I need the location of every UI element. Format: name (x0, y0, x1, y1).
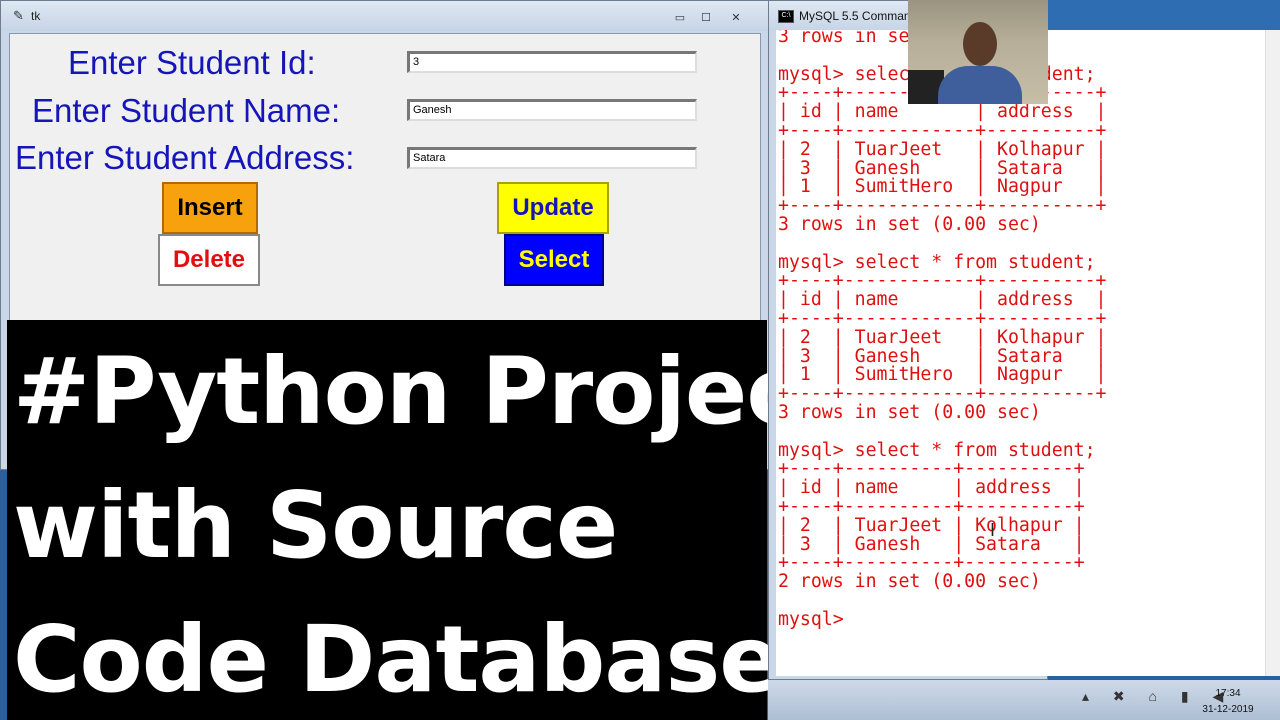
presenter-body (938, 66, 1022, 104)
student-address-label: Enter Student Address: (15, 139, 355, 176)
mysql-window-title: MySQL 5.5 Command (799, 9, 918, 23)
clock-date[interactable]: 31-12-2019 (1200, 704, 1256, 715)
presenter-head (963, 22, 997, 66)
student-name-label: Enter Student Name: (32, 92, 341, 129)
banner-line-2: with Source (13, 472, 618, 579)
minimize-button[interactable]: ▭ (667, 10, 693, 26)
student-id-label: Enter Student Id: (68, 44, 316, 81)
clock-time[interactable]: 17:34 (1200, 688, 1256, 699)
webcam-overlay (908, 0, 1048, 104)
student-name-input[interactable]: Ganesh (407, 99, 697, 121)
update-button[interactable]: Update (497, 182, 609, 234)
mysql-console[interactable]: 3 rows in set (0.00 sec) mysql> select *… (776, 30, 1280, 676)
student-id-input[interactable]: 3 (407, 51, 697, 73)
delete-button[interactable]: Delete (158, 234, 260, 286)
insert-button[interactable]: Insert (162, 182, 258, 234)
select-button[interactable]: Select (504, 234, 604, 286)
text-cursor-icon: I (990, 520, 996, 540)
console-output: 3 rows in set (0.00 sec) mysql> select *… (778, 30, 1107, 630)
feather-icon: ✎ (13, 8, 24, 23)
banner-line-1: #Python Project (13, 338, 844, 445)
close-button[interactable]: ✕ (723, 10, 749, 26)
window-title: tk (31, 9, 41, 23)
student-address-input[interactable]: Satara (407, 147, 697, 169)
desktop-background (1048, 0, 1280, 30)
banner-line-3: Code Database (13, 606, 782, 713)
console-scrollbar[interactable] (1265, 30, 1280, 676)
cmd-icon: C:\ (778, 10, 794, 23)
maximize-button[interactable]: ☐ (693, 10, 719, 26)
thumbnail-banner: #Python Project with Source Code Databas… (7, 320, 844, 720)
tk-titlebar[interactable]: ✎ tk ▭ ☐ ✕ (1, 1, 769, 31)
